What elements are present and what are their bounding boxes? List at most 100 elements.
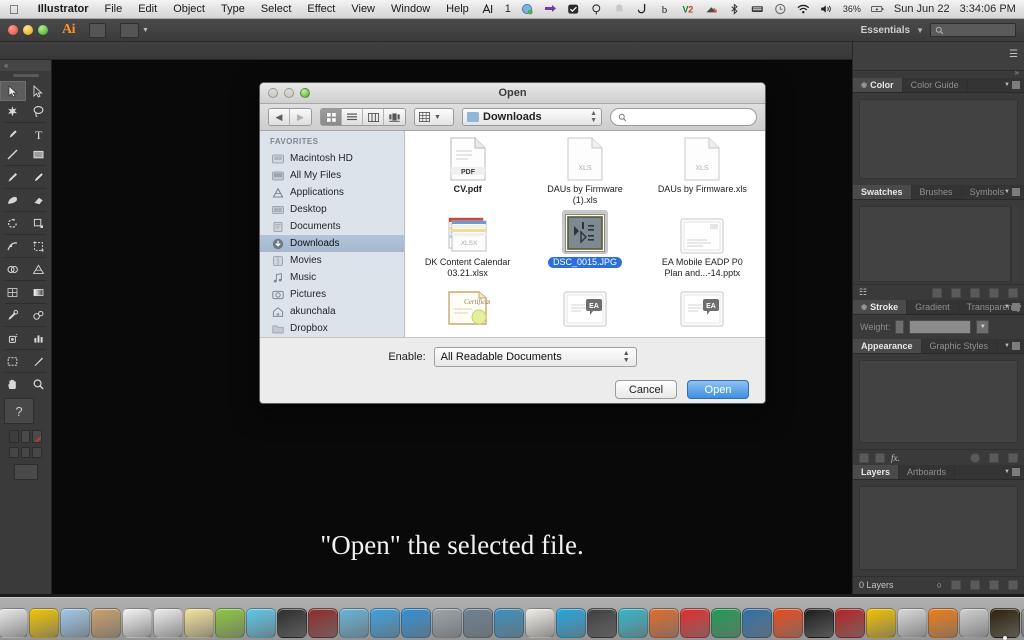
fill-swatch[interactable] (9, 430, 19, 443)
tab-color-guide[interactable]: Color Guide (903, 78, 968, 92)
dock-item-cinema[interactable] (741, 608, 772, 638)
scale-tool[interactable] (26, 213, 52, 233)
type-tool[interactable]: T (26, 124, 52, 144)
paintbrush-tool[interactable] (0, 167, 26, 187)
menu-item-type[interactable]: Type (213, 3, 253, 15)
bridge-button[interactable] (89, 22, 106, 38)
sidebar-item-documents[interactable]: Documents (260, 218, 404, 235)
color-mode-button[interactable] (9, 447, 19, 458)
dock-item-notes[interactable] (183, 608, 214, 638)
backblaze-icon[interactable]: b (654, 3, 677, 16)
add-new-fill-icon[interactable] (859, 452, 869, 463)
delete-swatch-icon[interactable] (1008, 287, 1018, 298)
minimize-button[interactable] (23, 25, 33, 35)
eraser-tool[interactable] (26, 190, 52, 210)
sidebar-item-desktop[interactable]: Desktop (260, 201, 404, 218)
sidebar-item-downloads[interactable]: Downloads (260, 235, 404, 252)
dock-item-itunes[interactable] (369, 608, 400, 638)
search-input[interactable] (610, 108, 757, 126)
file-item[interactable]: XLS DAUs by Firmware.xls (644, 137, 761, 210)
dock-item-system-preferences[interactable] (431, 608, 462, 638)
file-item[interactable]: EA Mobile EADP P0 Plan and...-14.pptx (644, 210, 761, 283)
panel-options-menu[interactable]: ▼ (1004, 342, 1020, 350)
dock-item-reminders[interactable] (152, 608, 183, 638)
panel-expand-handle[interactable] (853, 68, 1024, 78)
column-graph-tool[interactable] (26, 328, 52, 348)
slice-tool[interactable] (26, 351, 52, 371)
vpn-icon[interactable] (539, 3, 562, 16)
panel-options-menu[interactable]: ▼ (1004, 468, 1020, 476)
column-view-button[interactable] (363, 109, 384, 125)
cloud-icon[interactable] (700, 3, 723, 16)
none-swatch[interactable] (32, 430, 43, 443)
gradient-mode-button[interactable] (20, 447, 31, 458)
close-button[interactable] (8, 25, 18, 35)
rectangle-tool[interactable] (26, 144, 52, 164)
zoom-button[interactable] (38, 25, 48, 35)
panel-options-menu[interactable]: ▼ (1004, 188, 1020, 196)
wifi-icon[interactable] (792, 3, 815, 16)
dock-item-terminal[interactable] (803, 608, 834, 638)
enable-filter-select[interactable]: All Readable Documents ▲ ▼ (433, 346, 637, 367)
menu-item-window[interactable]: Window (383, 3, 438, 15)
virtualbox-icon[interactable]: V2 (677, 3, 700, 16)
clear-appearance-icon[interactable] (970, 452, 980, 463)
new-layer-icon[interactable] (989, 579, 999, 590)
tab-layers[interactable]: Layers (853, 465, 900, 479)
symbol-sprayer-tool[interactable] (0, 328, 26, 348)
dock-item-imovie[interactable] (307, 608, 338, 638)
bluetooth-icon[interactable] (723, 3, 746, 16)
show-swatch-kinds-icon[interactable] (932, 287, 942, 298)
app-switcher-icon[interactable] (477, 3, 500, 16)
battery-icon[interactable] (866, 3, 889, 16)
icon-view-button[interactable] (321, 109, 342, 125)
tab-brushes[interactable]: Brushes (912, 185, 962, 199)
dock-item-messages[interactable] (245, 608, 276, 638)
dock-item-facetime[interactable] (276, 608, 307, 638)
sidebar-item-pictures[interactable]: Pictures (260, 286, 404, 303)
none-mode-button[interactable] (32, 447, 43, 458)
blend-tool[interactable] (26, 305, 52, 325)
swatch-libraries-icon[interactable]: ☷ (859, 287, 867, 298)
location-popup-button[interactable]: Downloads ▲ ▼ (462, 108, 602, 126)
location-icon[interactable] (585, 3, 608, 16)
dock-item-colorsync[interactable] (648, 608, 679, 638)
stroke-weight-input[interactable] (909, 320, 972, 334)
dock-item-chrome-canary[interactable] (28, 608, 59, 638)
dock-item-vlc[interactable] (927, 608, 958, 638)
workspace-label[interactable]: Essentials (861, 25, 910, 36)
cancel-button[interactable]: Cancel (615, 380, 677, 399)
dock-item-remote-desktop[interactable] (462, 608, 493, 638)
layers-list[interactable] (859, 486, 1018, 570)
dock-item-skype[interactable] (555, 608, 586, 638)
file-item[interactable]: PDF CV.pdf (409, 137, 526, 210)
zoom-tool[interactable] (26, 374, 52, 394)
keyboard-icon[interactable] (746, 3, 769, 16)
open-button[interactable]: Open (687, 380, 749, 399)
add-new-stroke-icon[interactable] (875, 452, 885, 463)
forward-button[interactable]: ▶ (290, 109, 311, 125)
sidebar-item-applications[interactable]: Applications (260, 184, 404, 201)
tools-panel-collapse[interactable]: « (0, 60, 51, 71)
tab-appearance[interactable]: Appearance (853, 339, 922, 353)
file-browser-grid[interactable]: PDF CV.pdf XLS DAUs by Firmware (1).xls … (405, 131, 765, 337)
duplicate-item-icon[interactable] (989, 452, 999, 463)
sidebar-item-akunchala[interactable]: akunchala (260, 303, 404, 320)
menu-item-file[interactable]: File (96, 3, 130, 15)
free-transform-tool[interactable] (26, 236, 52, 256)
dock-item-skitch[interactable] (493, 608, 524, 638)
perspective-grid-tool[interactable] (26, 259, 52, 279)
menu-item-select[interactable]: Select (253, 3, 300, 15)
dock-item-photos[interactable] (958, 608, 989, 638)
lasso-tool[interactable] (26, 101, 52, 121)
dock-item-calendar[interactable] (121, 608, 152, 638)
sidebar-item-music[interactable]: Music (260, 269, 404, 286)
screen-mode-button[interactable] (13, 464, 38, 480)
dock-item-address-book[interactable] (90, 608, 121, 638)
hand-tool[interactable] (0, 374, 26, 394)
dock-item-acrobat[interactable] (679, 608, 710, 638)
new-swatch-icon[interactable] (989, 287, 999, 298)
selection-tool[interactable] (0, 81, 26, 101)
pencil-tool[interactable] (26, 167, 52, 187)
menu-item-effect[interactable]: Effect (299, 3, 343, 15)
